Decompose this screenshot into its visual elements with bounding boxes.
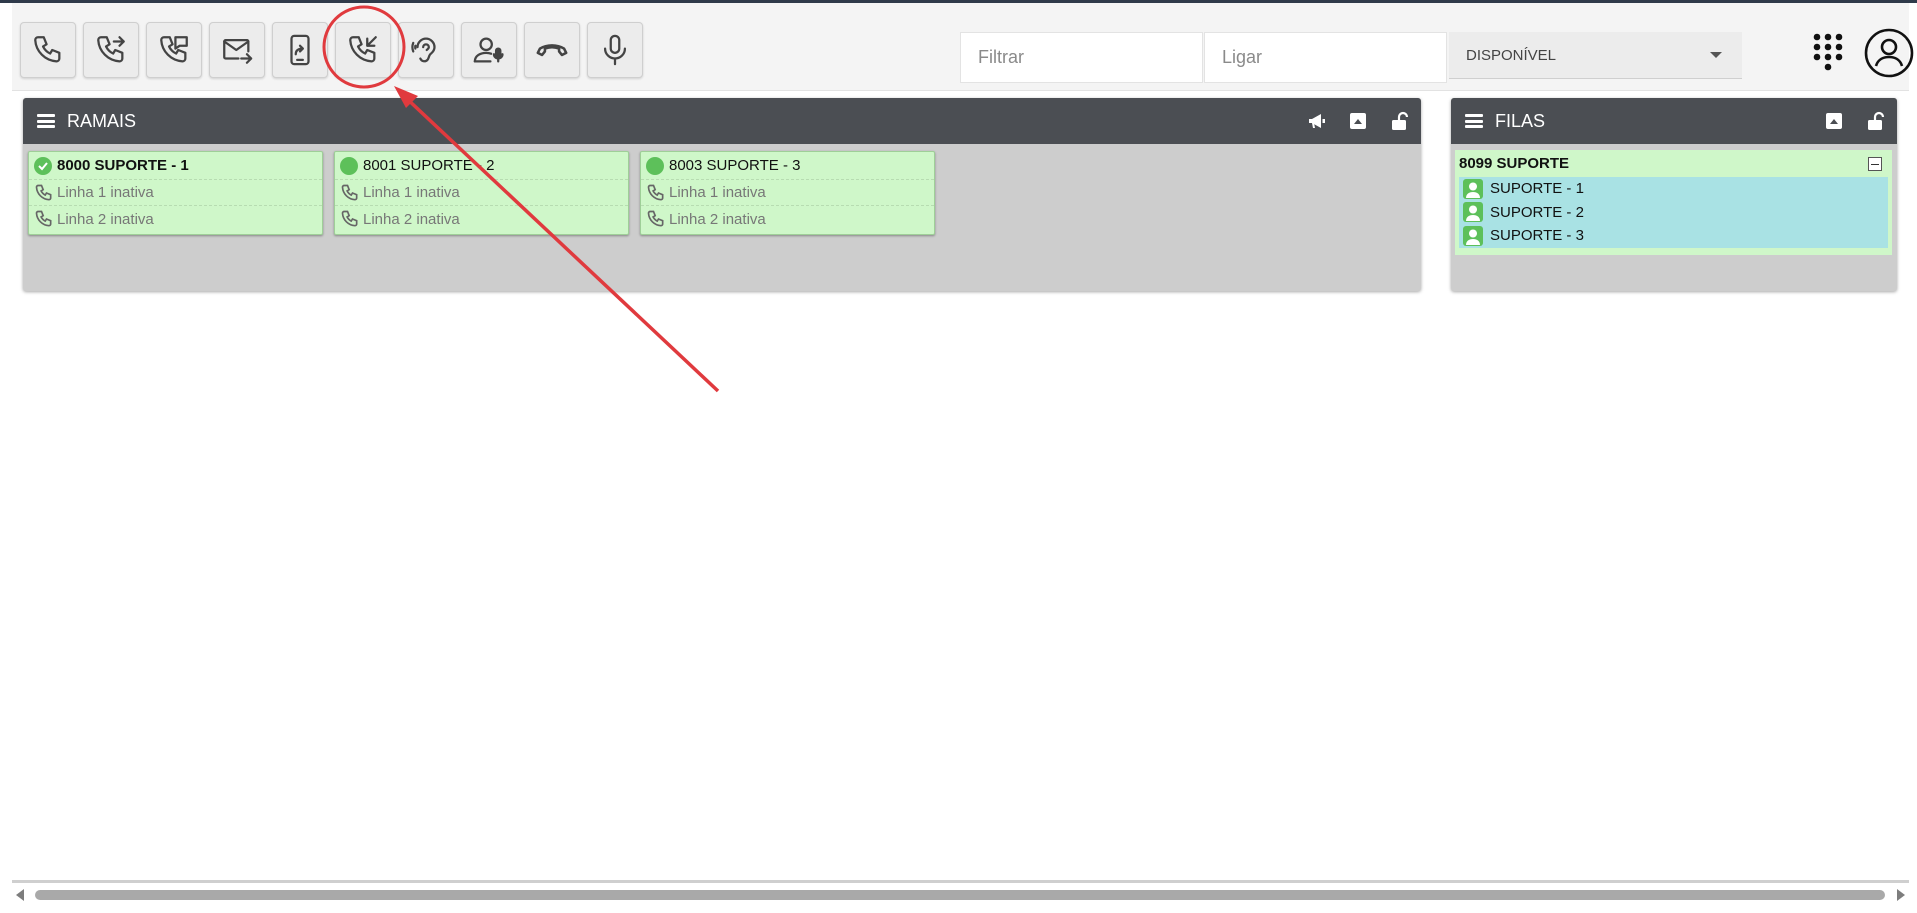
phone-icon (647, 184, 664, 201)
ear-icon (411, 37, 436, 63)
phone-message-icon (160, 36, 188, 63)
queue-body: SUPORTE - 1 SUPORTE - 2 SUPORTE - 3 (1455, 177, 1892, 255)
collapse-icon[interactable] (1868, 157, 1882, 171)
phone-icon (35, 210, 52, 227)
megaphone-icon[interactable] (1307, 111, 1327, 131)
extension-title: 8001 SUPORTE - 2 (335, 152, 628, 180)
mail-forward-icon (223, 38, 253, 64)
chevron-down-icon (1710, 52, 1722, 58)
extension-card-8003[interactable]: 8003 SUPORTE - 3 Linha 1 inativa Linha 2… (640, 151, 935, 235)
call-button[interactable] (20, 22, 76, 78)
extension-line: Linha 1 inativa (335, 180, 628, 206)
menu-icon[interactable] (37, 114, 55, 128)
toolbar: Filtrar Ligar DISPONÍVEL (12, 3, 1914, 91)
ramais-panel: RAMAIS 8000 SUPORTE - 1 Linha 1 inativa … (23, 98, 1421, 291)
user-avatar-icon[interactable] (1864, 28, 1914, 78)
queue-member[interactable]: SUPORTE - 2 (1459, 201, 1888, 225)
microphone-button[interactable] (587, 22, 643, 78)
scrollbar-track (12, 880, 1909, 883)
queue-title: 8099 SUPORTE (1459, 155, 1570, 172)
extension-card-8001[interactable]: 8001 SUPORTE - 2 Linha 1 inativa Linha 2… (334, 151, 629, 235)
phone-icon (341, 210, 358, 227)
scroll-left-icon[interactable] (16, 889, 24, 901)
filter-placeholder: Filtrar (978, 47, 1024, 67)
phone-icon (341, 184, 358, 201)
hangup-button[interactable] (524, 22, 580, 78)
consult-transfer-button[interactable] (146, 22, 202, 78)
status-online-icon (646, 156, 664, 175)
phone-icon (35, 184, 52, 201)
line-status: Linha 2 inativa (57, 210, 154, 228)
phone-icon (647, 210, 664, 227)
phone-forward-icon (97, 36, 125, 63)
line-status: Linha 1 inativa (57, 184, 154, 201)
phone-icon (34, 36, 61, 63)
user-icon (1463, 225, 1483, 246)
extension-line: Linha 1 inativa (29, 180, 322, 206)
user-icon (1463, 178, 1483, 199)
mobile-forward-icon (290, 34, 310, 66)
dial-placeholder: Ligar (1222, 47, 1263, 67)
extension-name: 8001 SUPORTE - 2 (363, 157, 495, 174)
scrollbar-thumb[interactable] (35, 890, 1885, 900)
extension-line: Linha 2 inativa (335, 206, 628, 232)
menu-icon[interactable] (1465, 114, 1483, 128)
queue-member-name: SUPORTE - 3 (1490, 227, 1584, 245)
dialpad-icon[interactable] (1812, 33, 1844, 73)
queue-member[interactable]: SUPORTE - 1 (1459, 177, 1888, 201)
unlock-icon[interactable] (1389, 111, 1409, 131)
expand-icon[interactable] (1824, 111, 1844, 131)
scroll-right-icon[interactable] (1897, 889, 1905, 901)
queue-member[interactable]: SUPORTE - 3 (1459, 224, 1888, 248)
filter-input[interactable]: Filtrar (960, 32, 1203, 83)
filas-panel: FILAS 8099 SUPORTE SUPORTE - 1 SUPORTE -… (1451, 98, 1897, 291)
expand-icon[interactable] (1348, 111, 1368, 131)
mobile-transfer-button[interactable] (272, 22, 328, 78)
line-status: Linha 1 inativa (363, 184, 460, 201)
transfer-button[interactable] (83, 22, 139, 78)
extension-line: Linha 2 inativa (641, 206, 934, 232)
extension-title: 8003 SUPORTE - 3 (641, 152, 934, 180)
filas-header: FILAS (1451, 98, 1897, 144)
status-online-icon (340, 156, 358, 175)
extension-name: 8003 SUPORTE - 3 (669, 157, 801, 174)
filas-title: FILAS (1495, 110, 1546, 131)
queue-header[interactable]: 8099 SUPORTE (1455, 150, 1892, 177)
email-forward-button[interactable] (209, 22, 265, 78)
dial-input[interactable]: Ligar (1204, 32, 1447, 83)
phone-hangup-icon (536, 44, 568, 57)
pickup-call-button[interactable] (335, 22, 391, 78)
extension-name: 8000 SUPORTE - 1 (57, 157, 189, 174)
unlock-icon[interactable] (1865, 111, 1885, 131)
queue-member-name: SUPORTE - 2 (1490, 203, 1584, 221)
queue-member-list: SUPORTE - 1 SUPORTE - 2 SUPORTE - 3 (1459, 177, 1888, 248)
extension-line: Linha 2 inativa (29, 206, 322, 232)
line-status: Linha 1 inativa (669, 184, 766, 201)
extension-title: 8000 SUPORTE - 1 (29, 152, 322, 180)
ramais-title: RAMAIS (67, 110, 137, 131)
user-icon (1463, 202, 1483, 223)
status-selected-value: DISPONÍVEL (1466, 46, 1557, 64)
horizontal-scrollbar[interactable] (12, 880, 1909, 902)
line-status: Linha 2 inativa (363, 210, 460, 228)
user-mic-icon (473, 37, 504, 63)
status-select[interactable]: DISPONÍVEL (1449, 32, 1742, 79)
extension-line: Linha 1 inativa (641, 180, 934, 206)
queue-member-name: SUPORTE - 1 (1490, 180, 1584, 198)
line-status: Linha 2 inativa (669, 210, 766, 228)
listen-button[interactable] (398, 22, 454, 78)
phone-incoming-icon (349, 36, 377, 63)
microphone-icon (603, 34, 627, 66)
whisper-button[interactable] (461, 22, 517, 78)
extension-card-8000[interactable]: 8000 SUPORTE - 1 Linha 1 inativa Linha 2… (28, 151, 323, 235)
ramais-header: RAMAIS (23, 98, 1421, 144)
check-icon (34, 156, 52, 175)
